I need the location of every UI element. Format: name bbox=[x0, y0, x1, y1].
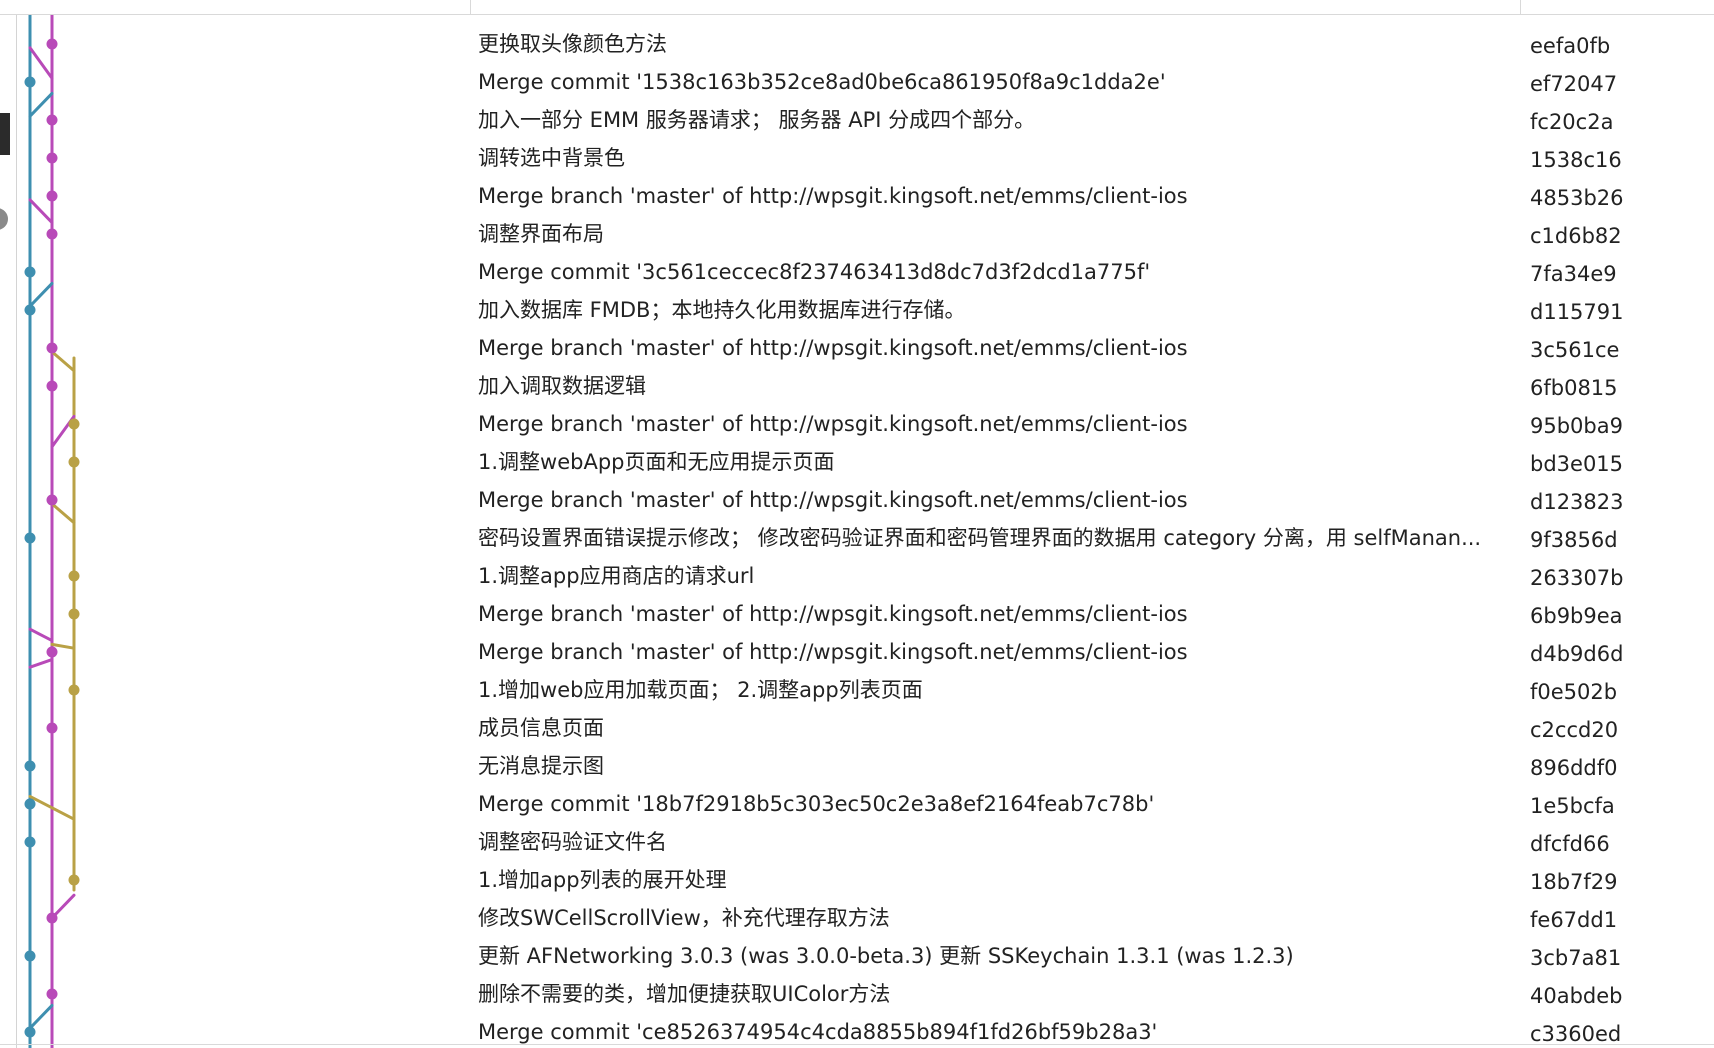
commit-hash: 7fa34e9 bbox=[1530, 262, 1617, 286]
commit-description: Merge branch 'master' of http://wpsgit.k… bbox=[478, 412, 1188, 436]
commit-hash: 9f3856d bbox=[1530, 528, 1618, 552]
commit-description: 更新 AFNetworking 3.0.3 (was 3.0.0-beta.3)… bbox=[478, 944, 1294, 968]
commit-hash: bd3e015 bbox=[1530, 452, 1624, 476]
commit-hash: dfcfd66 bbox=[1530, 832, 1610, 856]
commit-row[interactable]: Merge commit '1538c163b352ce8ad0be6ca861… bbox=[0, 63, 1714, 101]
commit-row[interactable]: 调整界面布局 c1d6b82 bbox=[0, 215, 1714, 253]
commit-hash: 40abdeb bbox=[1530, 984, 1623, 1008]
commit-hash: d4b9d6d bbox=[1530, 642, 1624, 666]
commit-row[interactable]: 密码设置界面错误提示修改； 修改密码验证界面和密码管理界面的数据用 catego… bbox=[0, 519, 1714, 557]
commit-description: Merge commit '18b7f2918b5c303ec50c2e3a8e… bbox=[478, 792, 1155, 816]
commit-row[interactable]: 加入调取数据逻辑 6fb0815 bbox=[0, 367, 1714, 405]
commit-description: 密码设置界面错误提示修改； 修改密码验证界面和密码管理界面的数据用 catego… bbox=[478, 526, 1482, 550]
commit-description: 成员信息页面 bbox=[478, 716, 604, 740]
commit-hash: f0e502b bbox=[1530, 680, 1618, 704]
commit-description: 修改SWCellScrollView，补充代理存取方法 bbox=[478, 906, 890, 930]
commit-row[interactable]: 调转选中背景色 1538c16 bbox=[0, 139, 1714, 177]
commit-row[interactable]: Merge branch 'master' of http://wpsgit.k… bbox=[0, 633, 1714, 671]
column-divider-graph[interactable] bbox=[470, 0, 471, 14]
commit-row[interactable]: 更新 AFNetworking 3.0.3 (was 3.0.0-beta.3)… bbox=[0, 937, 1714, 975]
commit-hash: fe67dd1 bbox=[1530, 908, 1618, 932]
commit-description: Merge commit '3c561ceccec8f237463413d8dc… bbox=[478, 260, 1151, 284]
list-bottom-border bbox=[0, 1044, 1714, 1045]
commit-row[interactable]: 修改SWCellScrollView，补充代理存取方法 fe67dd1 bbox=[0, 899, 1714, 937]
commit-row[interactable]: 成员信息页面 c2ccd20 bbox=[0, 709, 1714, 747]
commit-row[interactable]: Merge branch 'master' of http://wpsgit.k… bbox=[0, 595, 1714, 633]
commit-description: Merge branch 'master' of http://wpsgit.k… bbox=[478, 640, 1188, 664]
commit-row[interactable]: 加入数据库 FMDB；本地持久化用数据库进行存储。 d115791 bbox=[0, 291, 1714, 329]
commit-row[interactable]: 更换取头像颜色方法 eefa0fb bbox=[0, 25, 1714, 63]
commit-description: Merge branch 'master' of http://wpsgit.k… bbox=[478, 488, 1188, 512]
commit-row[interactable]: 调整密码验证文件名 dfcfd66 bbox=[0, 823, 1714, 861]
commit-description: 加入调取数据逻辑 bbox=[478, 374, 646, 398]
commit-description: Merge branch 'master' of http://wpsgit.k… bbox=[478, 184, 1188, 208]
commit-description: 加入数据库 FMDB；本地持久化用数据库进行存储。 bbox=[478, 298, 966, 322]
commit-hash: 896ddf0 bbox=[1530, 756, 1618, 780]
commit-hash: 95b0ba9 bbox=[1530, 414, 1623, 438]
commit-row[interactable]: 1.调整webApp页面和无应用提示页面 bd3e015 bbox=[0, 443, 1714, 481]
commit-hash: 1e5bcfa bbox=[1530, 794, 1615, 818]
commit-row[interactable]: 1.调整app应用商店的请求url 263307b bbox=[0, 557, 1714, 595]
commit-row[interactable]: 加入一部分 EMM 服务器请求； 服务器 API 分成四个部分。 fc20c2a bbox=[0, 101, 1714, 139]
commit-description: 更换取头像颜色方法 bbox=[478, 32, 667, 56]
commit-row[interactable]: 删除不需要的类，增加便捷获取UIColor方法 40abdeb bbox=[0, 975, 1714, 1013]
column-divider-description[interactable] bbox=[1520, 0, 1521, 14]
commit-hash: c1d6b82 bbox=[1530, 224, 1622, 248]
commit-row[interactable]: 无消息提示图 896ddf0 bbox=[0, 747, 1714, 785]
commit-description: 调转选中背景色 bbox=[478, 146, 625, 170]
commit-description: 调整界面布局 bbox=[478, 222, 604, 246]
commit-description: 1.增加web应用加载页面； 2.调整app列表页面 bbox=[478, 678, 923, 702]
commit-hash: d115791 bbox=[1530, 300, 1624, 324]
column-header bbox=[0, 0, 1714, 15]
commit-description: 加入一部分 EMM 服务器请求； 服务器 API 分成四个部分。 bbox=[478, 108, 1036, 132]
commit-description: 无消息提示图 bbox=[478, 754, 604, 778]
commit-description: Merge commit '1538c163b352ce8ad0be6ca861… bbox=[478, 70, 1166, 94]
commit-row[interactable]: Merge branch 'master' of http://wpsgit.k… bbox=[0, 405, 1714, 443]
commit-history-view: 更换取头像颜色方法 eefa0fb Merge commit '1538c163b3… bbox=[0, 0, 1714, 1048]
commit-hash: 18b7f29 bbox=[1530, 870, 1618, 894]
commit-row[interactable]: Merge branch 'master' of http://wpsgit.k… bbox=[0, 177, 1714, 215]
commit-description: 1.增加app列表的展开处理 bbox=[478, 868, 727, 892]
commit-description: Merge branch 'master' of http://wpsgit.k… bbox=[478, 602, 1188, 626]
commit-description: Merge branch 'master' of http://wpsgit.k… bbox=[478, 336, 1188, 360]
commit-description: Merge commit 'ce8526374954c4cda8855b894f… bbox=[478, 1020, 1158, 1044]
commit-hash: 3c561ce bbox=[1530, 338, 1620, 362]
commit-hash: 6fb0815 bbox=[1530, 376, 1618, 400]
commit-row[interactable]: Merge commit '18b7f2918b5c303ec50c2e3a8e… bbox=[0, 785, 1714, 823]
commit-hash: eefa0fb bbox=[1530, 34, 1611, 58]
commit-row[interactable]: Merge branch 'master' of http://wpsgit.k… bbox=[0, 329, 1714, 367]
commit-hash: 3cb7a81 bbox=[1530, 946, 1622, 970]
commit-hash: ef72047 bbox=[1530, 72, 1618, 96]
commit-description: 调整密码验证文件名 bbox=[478, 830, 667, 854]
commit-hash: c2ccd20 bbox=[1530, 718, 1619, 742]
commit-description: 1.调整app应用商店的请求url bbox=[478, 564, 755, 588]
commit-row[interactable]: Merge commit 'ce8526374954c4cda8855b894f… bbox=[0, 1013, 1714, 1048]
commit-list: 更换取头像颜色方法 eefa0fb Merge commit '1538c163b3… bbox=[0, 25, 1714, 1048]
commit-description: 删除不需要的类，增加便捷获取UIColor方法 bbox=[478, 982, 891, 1006]
commit-row[interactable]: Merge commit '3c561ceccec8f237463413d8dc… bbox=[0, 253, 1714, 291]
commit-hash: fc20c2a bbox=[1530, 110, 1614, 134]
commit-hash: 6b9b9ea bbox=[1530, 604, 1623, 628]
commit-row[interactable]: Merge branch 'master' of http://wpsgit.k… bbox=[0, 481, 1714, 519]
commit-hash: 263307b bbox=[1530, 566, 1624, 590]
commit-row[interactable]: 1.增加app列表的展开处理 18b7f29 bbox=[0, 861, 1714, 899]
commit-hash: 1538c16 bbox=[1530, 148, 1622, 172]
commit-hash: d123823 bbox=[1530, 490, 1624, 514]
commit-hash: 4853b26 bbox=[1530, 186, 1624, 210]
commit-row[interactable]: 1.增加web应用加载页面； 2.调整app列表页面 f0e502b bbox=[0, 671, 1714, 709]
commit-description: 1.调整webApp页面和无应用提示页面 bbox=[478, 450, 835, 474]
